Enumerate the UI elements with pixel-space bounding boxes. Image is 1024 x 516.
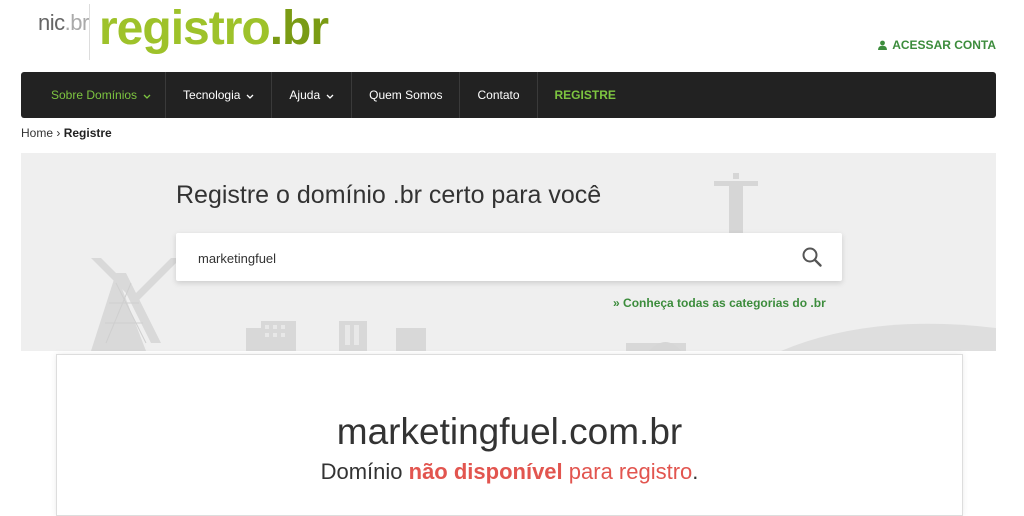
result-card: marketingfuel.com.br Domínio não disponí… [56, 354, 963, 516]
nav-item-ajuda[interactable]: Ajuda [272, 72, 353, 118]
breadcrumb-separator: › [56, 126, 61, 140]
access-account-label: ACESSAR CONTA [892, 38, 996, 52]
unavailable-badge: não disponível [408, 459, 563, 484]
registro-br-logo[interactable]: registro.br [99, 0, 329, 58]
result-domain: marketingfuel.com.br [336, 411, 683, 452]
user-icon [878, 40, 888, 50]
breadcrumb: Home › Registre [21, 126, 112, 140]
logo-divider [89, 4, 90, 60]
all-categories-link[interactable]: » Conheça todas as categorias do .br [613, 296, 826, 310]
chevron-down-icon [326, 88, 334, 102]
nav-item-quem-somos[interactable]: Quem Somos [352, 72, 461, 118]
nav-item-tecnologia[interactable]: Tecnologia [166, 72, 273, 118]
breadcrumb-current: Registre [63, 126, 112, 140]
breadcrumb-home[interactable]: Home [21, 126, 53, 140]
search-heading: Registre o domínio .br certo para você [176, 181, 602, 209]
chevron-down-icon [143, 88, 151, 102]
availability-status: Domínio não disponível para registro. [320, 459, 699, 484]
nav-item-sobre-dominios[interactable]: Sobre Domínios [21, 72, 167, 118]
access-account-link[interactable]: ACESSAR CONTA [878, 38, 996, 52]
nav-item-registre[interactable]: REGISTRE [538, 72, 633, 118]
nav-item-contato[interactable]: Contato [460, 72, 538, 118]
chevron-down-icon [246, 88, 254, 102]
domain-search-input[interactable] [196, 233, 780, 283]
domain-search-box [176, 233, 842, 283]
main-nav: Sobre Domínios Tecnologia Ajuda Quem Som… [21, 72, 996, 118]
nic-br-logo[interactable]: nic.br [38, 10, 89, 36]
site-header: nic.br registro.br ACESSAR CONTA [0, 0, 1024, 72]
search-icon[interactable] [800, 245, 824, 269]
